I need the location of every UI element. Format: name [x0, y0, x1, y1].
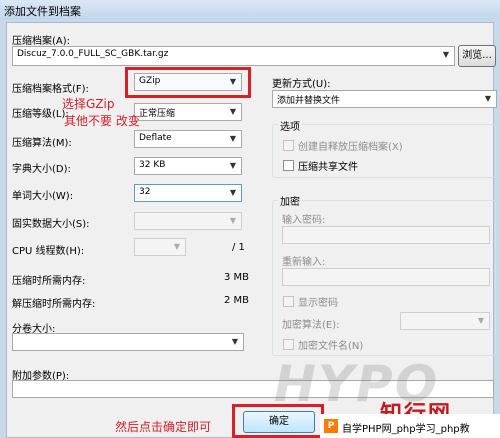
dict-label: 字典大小(D):: [12, 164, 71, 175]
checkbox-icon: [283, 339, 294, 350]
cpu-label: CPU 线程数(H):: [12, 246, 85, 257]
format-label: 压缩档案格式(F):: [12, 84, 89, 95]
level-label: 压缩等级(L):: [12, 109, 69, 120]
shared-label: 压缩共享文件: [298, 162, 358, 173]
shared-checkbox[interactable]: 压缩共享文件: [283, 158, 358, 173]
cpu-total: / 1: [232, 242, 245, 253]
password-label: 输入密码:: [282, 215, 326, 226]
chevron-down-icon: ▼: [229, 188, 237, 197]
word-select[interactable]: 32 ▼: [134, 184, 242, 202]
footer-text: 自学PHP网_php学习_php教: [342, 424, 470, 435]
format-highlight-box: [125, 67, 251, 98]
chevron-down-icon: ▼: [442, 50, 450, 59]
chevron-down-icon: ▼: [229, 134, 237, 143]
archive-path-combo[interactable]: Discuz_7.0.0_FULL_SC_GBK.tar.gz ▼: [12, 46, 455, 66]
encrypt-method-label: 加密算法(E):: [282, 320, 340, 331]
annotation-select-gzip: 选择GZip: [62, 97, 115, 111]
checkbox-icon: [283, 160, 294, 171]
encrypt-names-checkbox[interactable]: 加密文件名(N): [283, 337, 363, 352]
window-title: 添加文件到档案: [4, 5, 81, 18]
checkbox-icon: [283, 140, 294, 151]
php-badge-icon: P: [324, 419, 338, 433]
password-input[interactable]: [282, 226, 490, 244]
chevron-down-icon: ▼: [484, 94, 492, 103]
browse-button[interactable]: 浏览...: [458, 45, 496, 67]
mem-decompress-value: 2 MB: [224, 295, 250, 306]
word-label: 单词大小(W):: [12, 191, 74, 202]
level-select[interactable]: 正常压缩 ▼: [134, 103, 242, 121]
method-select[interactable]: Deflate ▼: [134, 130, 242, 148]
reenter-label: 重新输入:: [282, 257, 326, 268]
solid-select[interactable]: ▼: [134, 212, 242, 230]
chevron-down-icon: ▼: [229, 216, 237, 225]
method-value: Deflate: [139, 133, 172, 143]
options-title: 选项: [278, 118, 302, 133]
chevron-down-icon: ▼: [231, 337, 239, 346]
solid-label: 固实数据大小(S):: [12, 219, 90, 230]
update-label: 更新方式(U):: [272, 79, 331, 90]
update-select[interactable]: 添加并替换文件 ▼: [272, 90, 497, 108]
title-bar: 添加文件到档案: [0, 0, 500, 20]
sfx-label: 创建自释放压缩档案(X): [298, 142, 403, 153]
archive-path-value: Discuz_7.0.0_FULL_SC_GBK.tar.gz: [17, 49, 169, 59]
checkbox-icon: [283, 296, 294, 307]
update-value: 添加并替换文件: [277, 96, 341, 106]
footer-strip: P 自学PHP网_php学习_php教: [320, 414, 500, 438]
ok-highlight-box: [232, 404, 324, 438]
show-password-checkbox[interactable]: 显示密码: [283, 294, 338, 309]
chevron-down-icon: ▼: [229, 161, 237, 170]
cpu-select[interactable]: ▼: [134, 238, 186, 256]
level-value: 正常压缩: [139, 109, 176, 119]
encrypt-method-select[interactable]: ▼: [400, 312, 490, 330]
mem-decompress-label: 解压缩时所需内存:: [12, 299, 96, 310]
mem-compress-label: 压缩时所需内存:: [12, 276, 86, 287]
split-select[interactable]: ▼: [12, 333, 244, 351]
dict-value: 32 KB: [139, 160, 166, 170]
method-label: 压缩算法(M):: [12, 138, 72, 149]
chevron-down-icon: ▼: [477, 316, 485, 325]
encrypt-names-label: 加密文件名(N): [298, 341, 364, 352]
reenter-input[interactable]: [282, 268, 490, 286]
mem-compress-value: 3 MB: [224, 272, 250, 283]
sfx-checkbox[interactable]: 创建自释放压缩档案(X): [283, 138, 403, 153]
chevron-down-icon: ▼: [173, 242, 181, 251]
encrypt-title: 加密: [278, 193, 302, 208]
show-password-label: 显示密码: [298, 298, 338, 309]
annotation-click-ok: 然后点击确定即可: [115, 420, 212, 434]
chevron-down-icon: ▼: [229, 107, 237, 116]
word-value: 32: [139, 187, 151, 197]
archive-label: 压缩档案(A):: [12, 36, 71, 47]
annotation-others: 其他不要 改变: [64, 114, 140, 128]
dict-select[interactable]: 32 KB ▼: [134, 157, 242, 175]
